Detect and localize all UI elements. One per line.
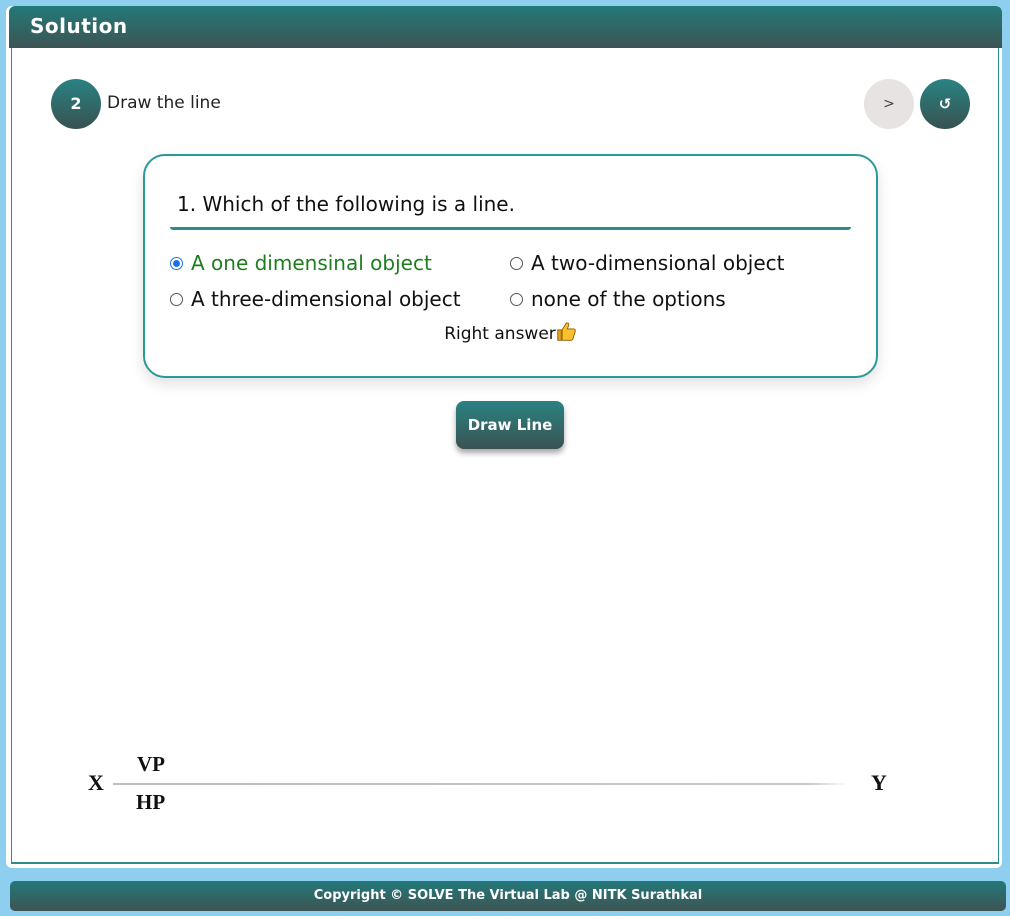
y-label: Y — [871, 770, 887, 795]
quiz-card: 1. Which of the following is a line. A o… — [143, 154, 878, 378]
footer-copyright: Copyright © SOLVE The Virtual Lab @ NITK… — [10, 881, 1006, 911]
next-button[interactable]: > — [864, 79, 914, 129]
thumbs-up-icon — [556, 321, 577, 342]
solution-panel: Solution 2 Draw the line > ↺ 1. Which of… — [6, 6, 1002, 868]
radio-button[interactable] — [170, 256, 183, 270]
radio-button[interactable] — [170, 292, 183, 306]
option-three-dimensional[interactable]: A three-dimensional object — [170, 287, 461, 311]
step-number-badge: 2 — [51, 79, 101, 129]
vp-label: VP — [137, 752, 165, 776]
draw-line-button[interactable]: Draw Line — [456, 401, 564, 449]
option-label: A three-dimensional object — [191, 287, 461, 311]
feedback-text: Right answer — [444, 324, 556, 344]
answer-feedback: Right answer — [145, 321, 876, 344]
option-label: A one dimensinal object — [191, 251, 432, 275]
question-divider — [170, 227, 851, 230]
radio-button[interactable] — [510, 256, 523, 270]
option-label: none of the options — [531, 287, 726, 311]
question-text: 1. Which of the following is a line. — [177, 192, 515, 216]
option-label: A two-dimensional object — [531, 251, 785, 275]
radio-button[interactable] — [510, 292, 523, 306]
panel-title: Solution — [9, 6, 1002, 48]
x-label: X — [88, 770, 104, 795]
option-one-dimensional[interactable]: A one dimensinal object — [170, 251, 432, 275]
step-title: Draw the line — [107, 93, 221, 113]
reset-button[interactable]: ↺ — [920, 79, 970, 129]
option-two-dimensional[interactable]: A two-dimensional object — [510, 251, 784, 275]
reference-line-xy — [113, 783, 848, 785]
hp-label: HP — [136, 790, 166, 814]
option-none[interactable]: none of the options — [510, 287, 726, 311]
